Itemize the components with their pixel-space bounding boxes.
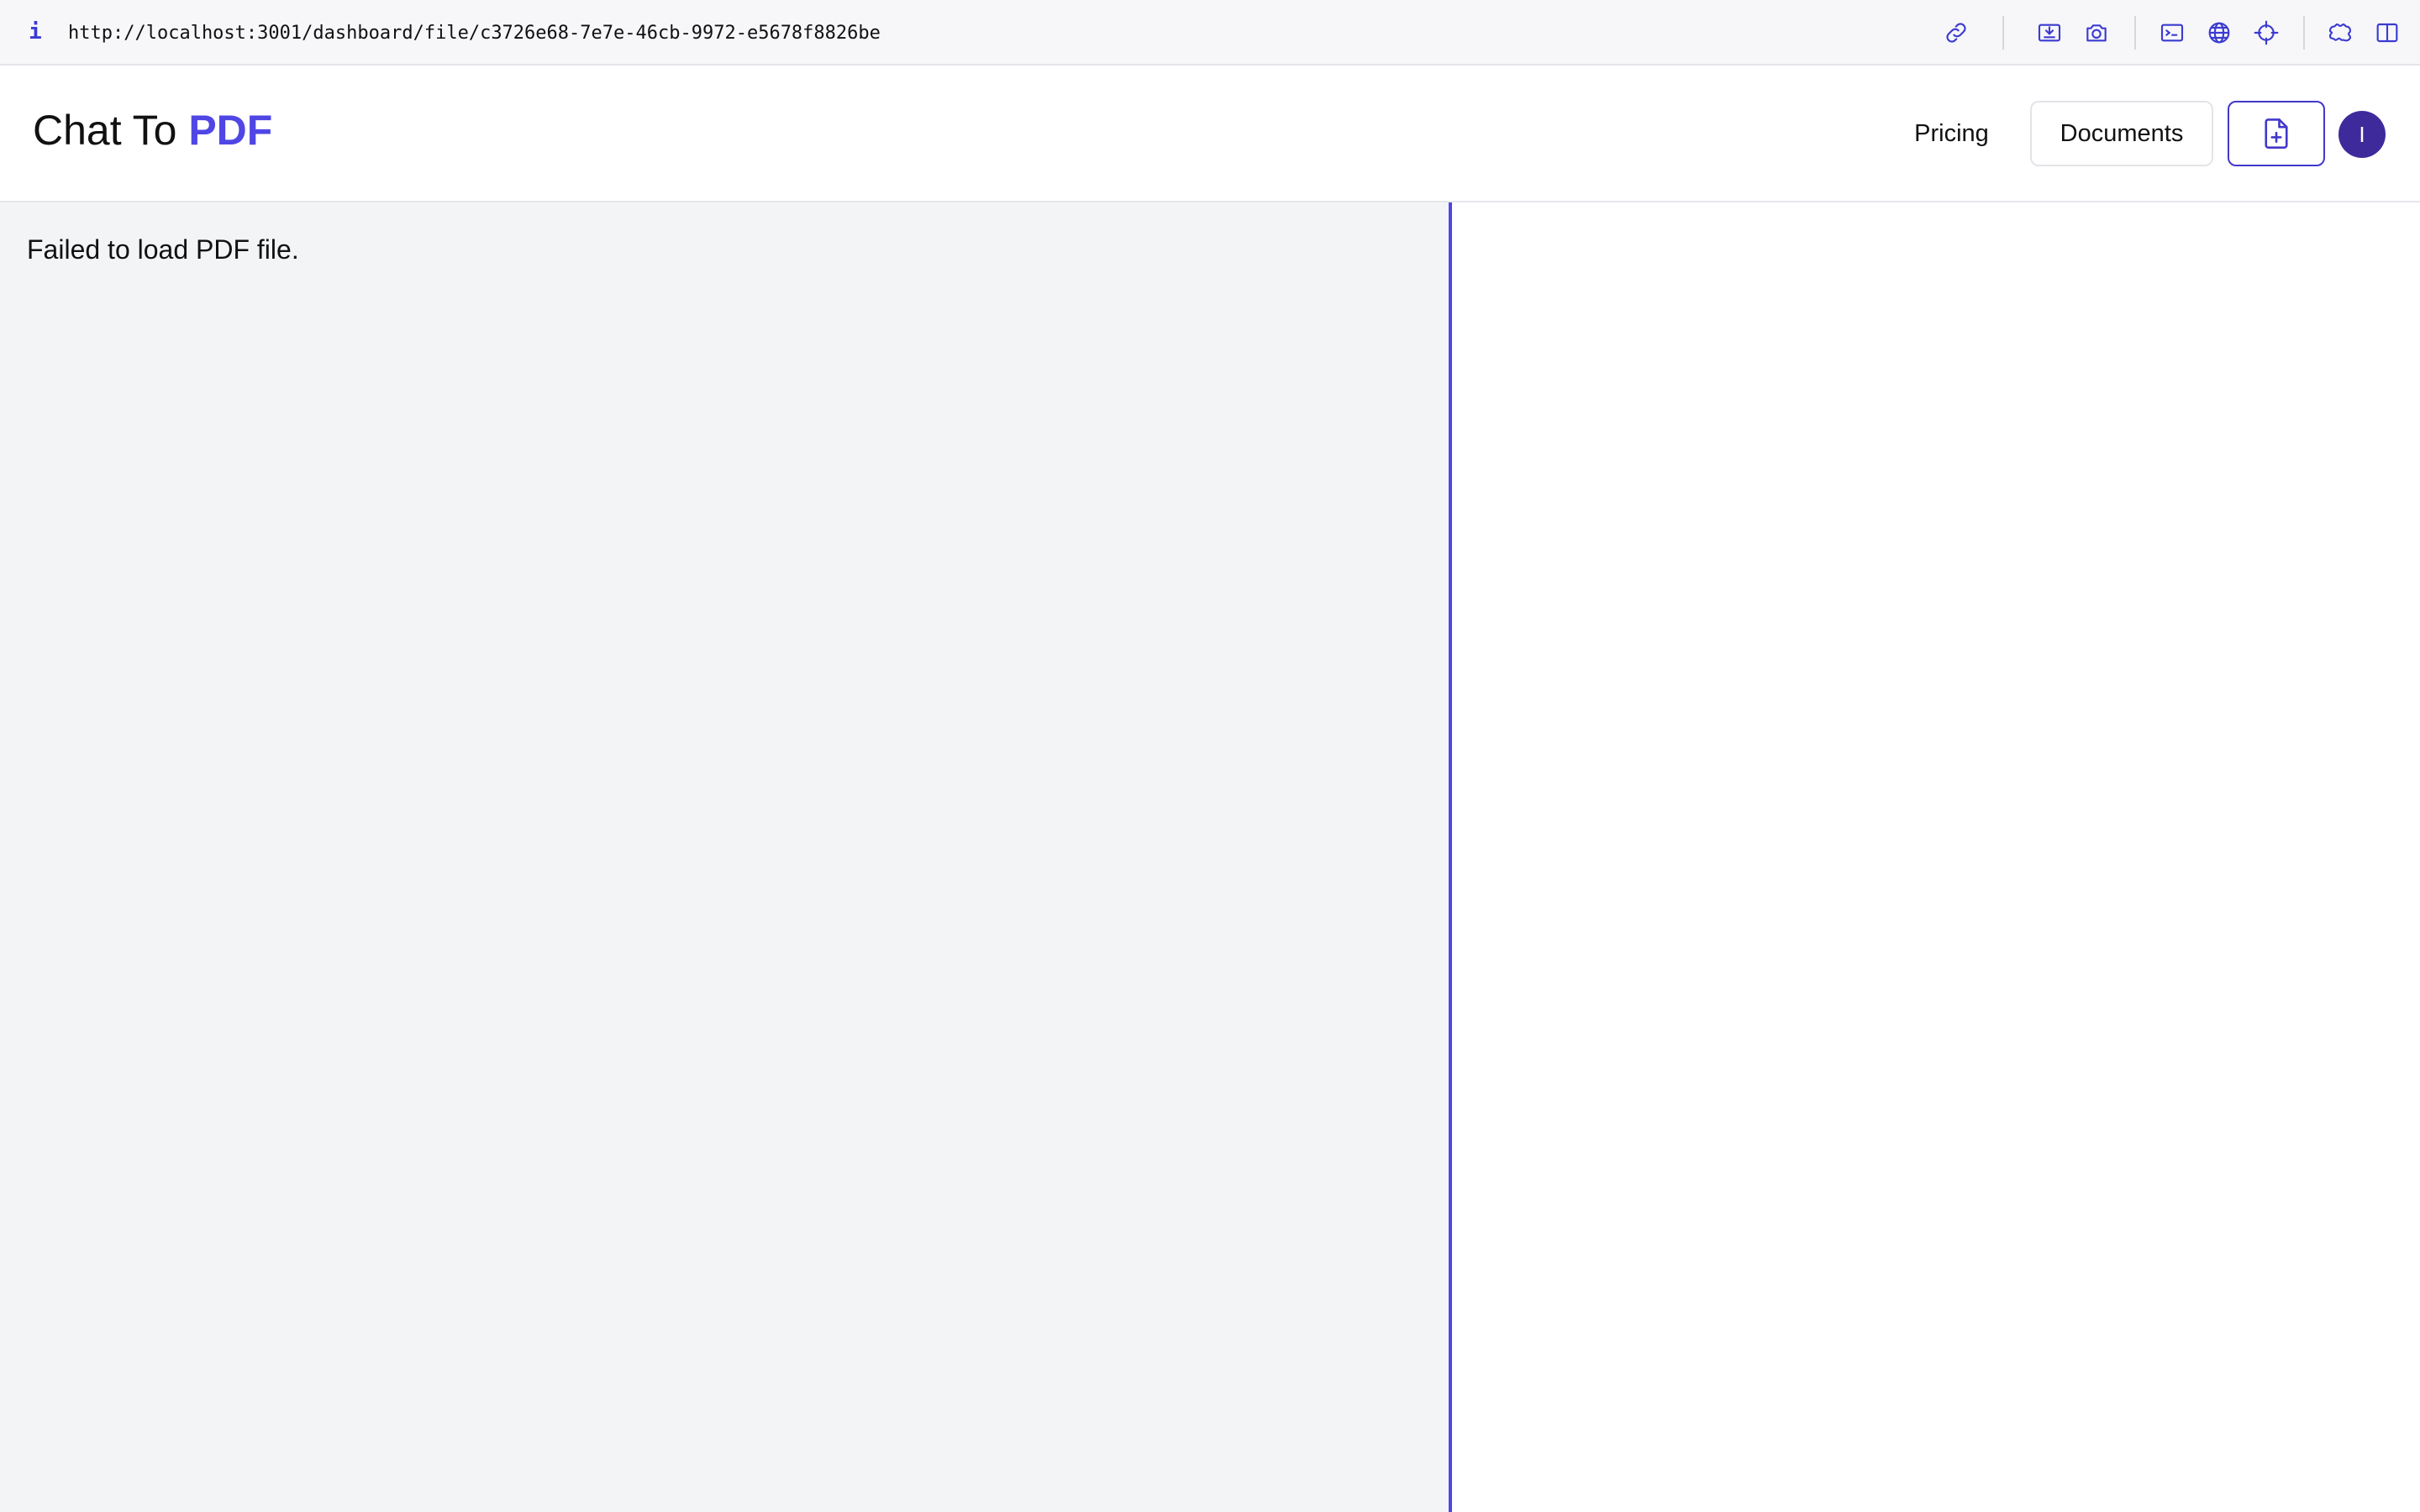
logo-prefix: Chat To xyxy=(33,107,189,154)
pdf-viewer-pane: Failed to load PDF file. xyxy=(0,202,1449,1512)
chat-pane xyxy=(1452,202,2420,1512)
toolbar-separator xyxy=(2002,16,2004,50)
app-header: Chat To PDF Pricing Documents I xyxy=(0,66,2420,202)
toolbar-separator xyxy=(2134,16,2136,50)
terminal-icon[interactable] xyxy=(2156,17,2188,49)
link-icon[interactable] xyxy=(1940,17,1972,49)
sidebar-toggle-icon[interactable] xyxy=(2371,17,2403,49)
info-icon[interactable]: i xyxy=(25,17,45,47)
extension-icon[interactable] xyxy=(2324,17,2356,49)
toolbar-separator xyxy=(2303,16,2305,50)
browser-address-bar: i http://localhost:3001/dashboard/file/c… xyxy=(0,0,2420,66)
inspect-icon[interactable] xyxy=(2033,17,2065,49)
user-avatar[interactable]: I xyxy=(2338,111,2386,158)
pdf-error-message: Failed to load PDF file. xyxy=(27,234,299,265)
app-logo[interactable]: Chat To PDF xyxy=(33,103,272,157)
documents-button[interactable]: Documents xyxy=(2030,101,2213,166)
upload-document-button[interactable] xyxy=(2228,101,2325,166)
logo-accent: PDF xyxy=(188,107,273,154)
crosshair-icon[interactable] xyxy=(2250,17,2282,49)
pricing-link[interactable]: Pricing xyxy=(1895,101,2008,166)
globe-icon[interactable] xyxy=(2203,17,2235,49)
url-field[interactable]: http://localhost:3001/dashboard/file/c37… xyxy=(68,17,881,50)
file-plus-icon xyxy=(2265,118,2288,149)
camera-icon[interactable] xyxy=(2081,17,2112,49)
